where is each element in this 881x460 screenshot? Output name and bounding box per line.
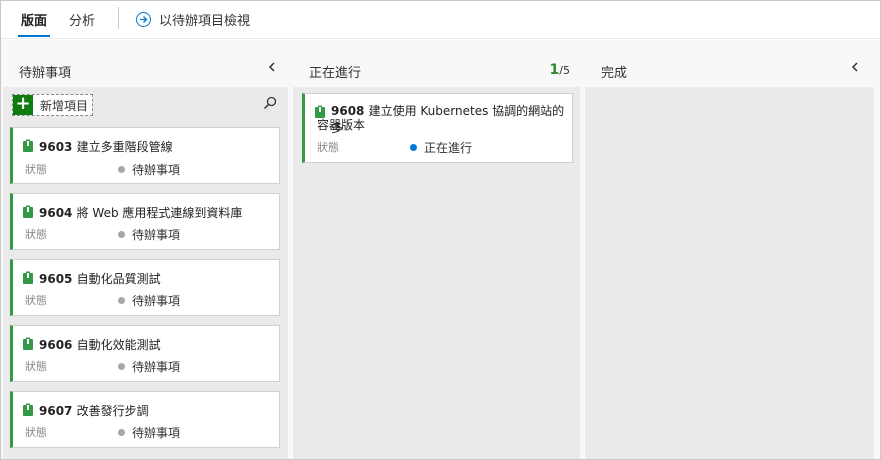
new-item-label: 新增項目	[40, 98, 89, 113]
work-item-title: 改善發行步調	[76, 404, 149, 418]
column-header-done: 完成	[585, 52, 874, 87]
state-field-label: 狀態	[25, 163, 47, 176]
work-item-card[interactable]: 9604 將 Web 應用程式連線到資料庫 狀態 待辦事項	[10, 193, 280, 250]
state-field-label: 狀態	[25, 360, 47, 373]
work-item-card[interactable]: 9608 建立使用 Kubernetes 協調的網站的多 容器版本 狀態 正在進…	[302, 93, 573, 163]
state-dot	[118, 231, 125, 238]
column-header-backlog: 待辦事項	[3, 52, 288, 87]
plus-icon: +	[13, 95, 33, 115]
column-title-done: 完成	[601, 66, 628, 81]
state-value[interactable]: 待辦事項	[118, 358, 180, 375]
chevron-left-icon	[268, 62, 275, 72]
backlog-item-icon	[23, 139, 33, 152]
new-item-button[interactable]: + 新增項目	[12, 94, 94, 116]
state-dot	[410, 144, 417, 151]
work-item-title: 自動化效能測試	[76, 338, 161, 352]
state-value[interactable]: 待辦事項	[118, 226, 180, 243]
wip-current: 1	[549, 62, 560, 78]
backlog-item-icon	[23, 403, 33, 416]
state-value[interactable]: 待辦事項	[118, 161, 180, 178]
state-dot	[118, 297, 125, 304]
work-item-card[interactable]: 9603 建立多重階段管線 狀態 待辦事項	[10, 127, 280, 184]
view-as-backlog-link[interactable]: 以待辦項目檢視	[136, 9, 250, 29]
backlog-item-icon	[23, 271, 33, 284]
column-header-in-progress: 正在進行 1/5	[293, 52, 580, 87]
search-icon	[263, 96, 277, 110]
state-value[interactable]: 待辦事項	[118, 424, 180, 441]
work-item-title: 建立使用 Kubernetes 協調的網站的多	[331, 104, 565, 135]
wip-limit-counter: 1/5	[550, 62, 570, 78]
state-field-label: 狀態	[317, 141, 339, 154]
tab-analytics[interactable]: 分析	[69, 10, 95, 29]
toolbar-divider	[118, 7, 119, 29]
work-item-title: 建立多重階段管線	[76, 140, 173, 154]
column-title-backlog: 待辦事項	[19, 66, 72, 81]
arrow-circle-right-icon	[136, 11, 151, 27]
work-item-id: 9604 將 Web 應用程式連線到資料庫	[39, 206, 243, 220]
work-item-card[interactable]: 9605 自動化品質測試 狀態 待辦事項	[10, 259, 280, 316]
state-field-label: 狀態	[25, 228, 47, 241]
tab-board[interactable]: 版面	[21, 10, 47, 29]
work-item-title: 自動化品質測試	[76, 272, 161, 286]
work-item-id: 9603 建立多重階段管線	[39, 140, 173, 154]
work-item-id: 9606 自動化效能測試	[39, 338, 161, 352]
state-value[interactable]: 待辦事項	[118, 292, 180, 309]
state-dot	[118, 429, 125, 436]
work-item-id: 9605 自動化品質測試	[39, 272, 161, 286]
view-as-backlog-label: 以待辦項目檢視	[159, 13, 251, 29]
state-value[interactable]: 正在進行	[410, 139, 472, 156]
collapse-done-column-button[interactable]	[850, 60, 860, 78]
state-field-label: 狀態	[25, 426, 47, 439]
column-title-in-progress: 正在進行	[309, 66, 362, 81]
search-button[interactable]	[263, 96, 277, 113]
state-field-label: 狀態	[25, 294, 47, 307]
work-item-title: 將 Web 應用程式連線到資料庫	[76, 206, 243, 220]
work-item-card[interactable]: 9607 改善發行步調 狀態 待辦事項	[10, 391, 280, 448]
column-done	[585, 52, 874, 459]
wip-limit: /5	[559, 64, 570, 77]
state-dot	[118, 166, 125, 173]
work-item-title-continued: 容器版本	[317, 118, 366, 132]
backlog-item-icon	[23, 205, 33, 218]
active-tab-indicator	[18, 35, 50, 37]
work-item-card[interactable]: 9606 自動化效能測試 狀態 待辦事項	[10, 325, 280, 382]
work-item-id: 9607 改善發行步調	[39, 404, 149, 418]
backlog-item-icon	[23, 337, 33, 350]
collapse-column-button[interactable]	[267, 60, 277, 78]
work-item-id: 9608 建立使用 Kubernetes 協調的網站的多	[331, 104, 565, 135]
chevron-left-icon	[851, 62, 858, 72]
state-dot	[118, 363, 125, 370]
top-bar: 版面 分析 以待辦項目檢視	[1, 1, 880, 39]
